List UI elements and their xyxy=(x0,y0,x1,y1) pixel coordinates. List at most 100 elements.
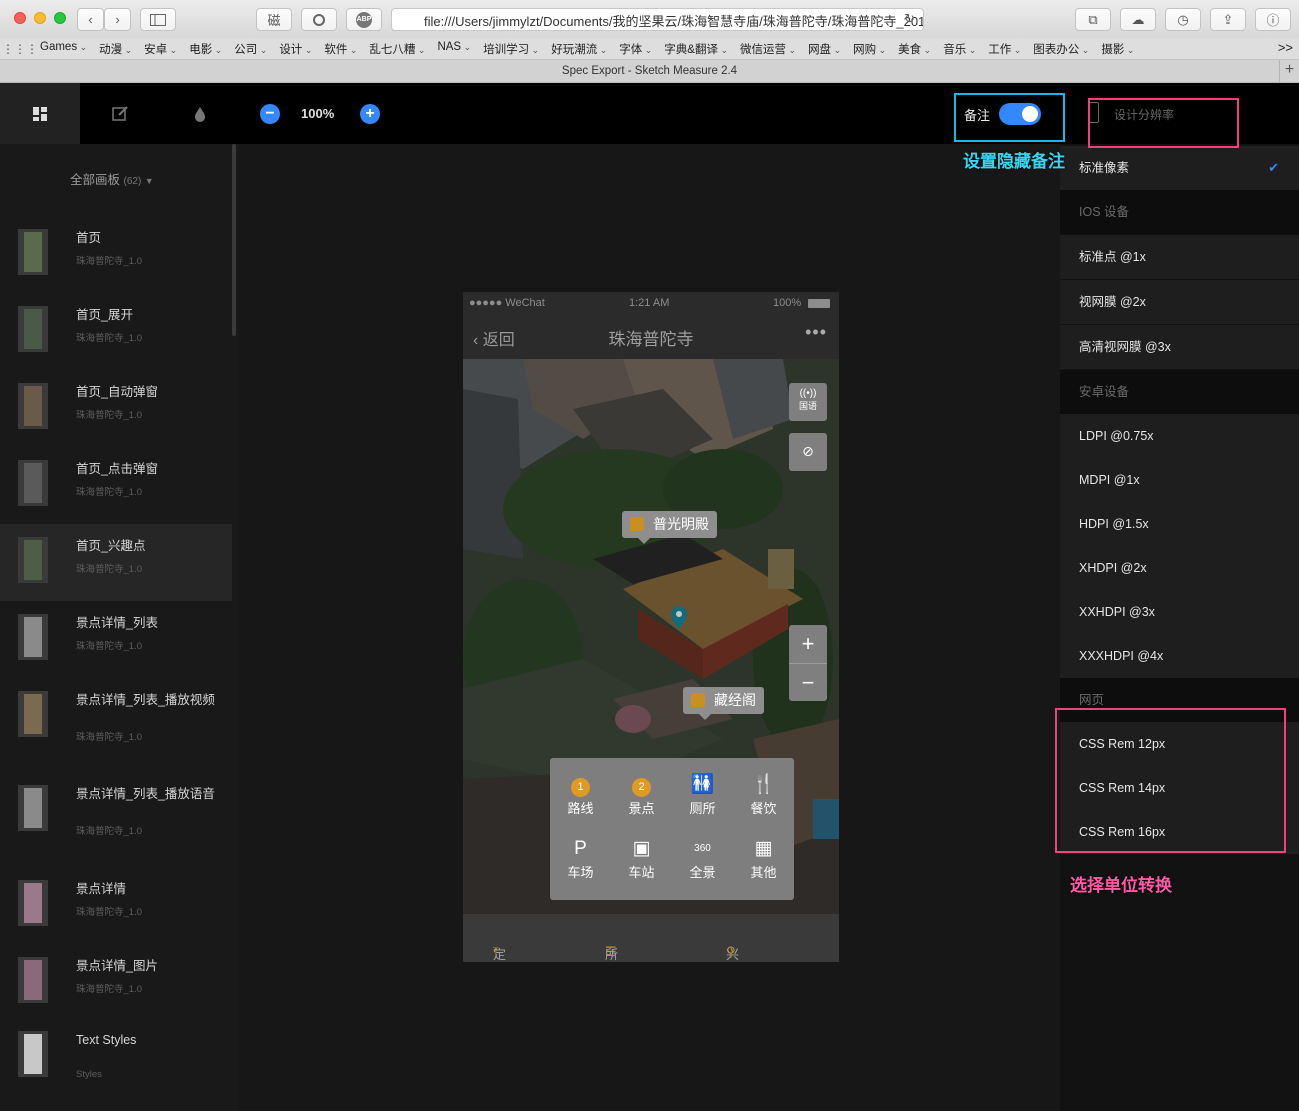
artboard-item[interactable]: 首页 珠海普陀寺_1.0 xyxy=(0,216,232,293)
icloud-button[interactable]: ☁ xyxy=(1120,8,1156,31)
tab-poi-label: 兴趣点 xyxy=(726,947,740,962)
resolution-option[interactable]: LDPI @0.75x xyxy=(1060,414,1299,458)
bookmarks-overflow-button[interactable]: >> xyxy=(1278,40,1293,55)
battery-icon xyxy=(808,299,830,308)
poi-label-2[interactable]: 藏经阁 xyxy=(683,687,764,720)
category-more-grid[interactable]: ▦ 其他 xyxy=(733,836,794,896)
tabs-button[interactable]: ⧉ xyxy=(1075,8,1111,31)
category-panorama[interactable]: 360 全景 xyxy=(672,836,733,896)
artboard-name: 首页_展开 xyxy=(76,308,133,322)
bookmark-folder[interactable]: 好玩潮流 xyxy=(551,41,607,57)
resolution-label: XXXHDPI @4x xyxy=(1079,649,1164,663)
artboard-item[interactable]: 景点详情_列表 珠海普陀寺_1.0 xyxy=(0,601,232,678)
resolution-option[interactable]: 视网膜 @2x xyxy=(1060,280,1299,324)
back-button[interactable]: ‹ xyxy=(77,8,104,31)
bookmark-folder[interactable]: 微信运营 xyxy=(740,41,796,57)
bookmark-folder[interactable]: 工作 xyxy=(988,41,1021,57)
bookmark-folder[interactable]: 公司 xyxy=(234,41,267,57)
category-bus[interactable]: ▣ 车站 xyxy=(611,836,672,896)
zoom-in-button[interactable]: + xyxy=(360,104,380,124)
poi-label-1[interactable]: 普光明殿 xyxy=(622,511,717,544)
artboard-item[interactable]: Text Styles Styles xyxy=(0,1018,232,1095)
category-route[interactable]: 1 路线 xyxy=(550,772,611,832)
zoom-out-button[interactable]: − xyxy=(260,104,280,124)
resolution-option[interactable]: MDPI @1x xyxy=(1060,458,1299,502)
reload-icon[interactable]: ↻ xyxy=(904,11,915,27)
category-restroom[interactable]: 🚻 厕所 xyxy=(672,772,733,832)
resolution-option[interactable]: 标准像素 ✔ xyxy=(1060,146,1299,190)
artboard-item[interactable]: 景点详情_图片 珠海普陀寺_1.0 xyxy=(0,944,232,1021)
artboard-filter[interactable]: 全部画板 (62) ▼ xyxy=(70,169,154,188)
bookmark-folder[interactable]: Games xyxy=(40,41,87,57)
adblock-button[interactable]: ABP xyxy=(346,8,382,31)
minimize-window-button[interactable] xyxy=(34,12,46,24)
sidebar-toggle-button[interactable] xyxy=(140,8,176,31)
bookmark-folder[interactable]: 乱七八糟 xyxy=(369,41,425,57)
artboard-preview[interactable]: ●●●●● WeChat 1:21 AM 100% ‹ 返回 珠海普陀寺 ••• xyxy=(463,292,839,962)
resolution-option[interactable]: 高清视网膜 @3x xyxy=(1060,325,1299,369)
share-button[interactable]: ⇪ xyxy=(1210,8,1246,31)
close-window-button[interactable] xyxy=(14,12,26,24)
category-parking[interactable]: P 车场 xyxy=(550,836,611,896)
history-button[interactable]: ◷ xyxy=(1165,8,1201,31)
tab-colors[interactable] xyxy=(160,83,240,144)
phone-nav-bar: ‹ 返回 珠海普陀寺 ••• xyxy=(463,314,839,359)
more-icon[interactable]: ••• xyxy=(805,322,827,343)
resolution-option[interactable]: 标准点 @1x xyxy=(1060,235,1299,279)
resolution-option[interactable]: XXHDPI @3x xyxy=(1060,590,1299,634)
info-button[interactable]: ⓘ xyxy=(1255,8,1291,31)
artboard-page: 珠海普陀寺_1.0 xyxy=(76,984,142,995)
resolution-option[interactable]: XHDPI @2x xyxy=(1060,546,1299,590)
map-zoom-in-button[interactable]: + xyxy=(789,625,827,663)
bookmark-folder[interactable]: 动漫 xyxy=(99,41,132,57)
artboard-item[interactable]: 首页_展开 珠海普陀寺_1.0 xyxy=(0,293,232,370)
artboard-item[interactable]: 景点详情_列表_播放视频 珠海普陀寺_1.0 xyxy=(0,678,232,755)
artboard-item[interactable]: 首页_点击弹窗 珠海普陀寺_1.0 xyxy=(0,447,232,524)
bookmark-folder[interactable]: 设计 xyxy=(279,41,312,57)
artboard-item[interactable]: 首页_自动弹窗 珠海普陀寺_1.0 xyxy=(0,370,232,447)
artboard-item[interactable]: 景点详情 珠海普陀寺_1.0 xyxy=(0,867,232,944)
bookmark-folder[interactable]: 音乐 xyxy=(943,41,976,57)
tab-title[interactable]: Spec Export - Sketch Measure 2.4 xyxy=(562,65,737,77)
bookmark-folder[interactable]: 网盘 xyxy=(808,41,841,57)
audio-language-button[interactable]: ((•)) 国语 xyxy=(789,383,827,421)
resolution-option[interactable]: XXXHDPI @4x xyxy=(1060,634,1299,678)
mute-map-button[interactable]: ⊘ xyxy=(789,433,827,471)
address-bar[interactable]: file:///Users/jimmylzt/Documents/我的坚果云/珠… xyxy=(391,8,924,31)
extension-button-1[interactable]: 磁 xyxy=(256,8,292,31)
category-spot[interactable]: 2 景点 xyxy=(611,772,672,832)
map-zoom-out-button[interactable]: − xyxy=(789,663,827,701)
extension-button-2[interactable] xyxy=(301,8,337,31)
phone-status-bar: ●●●●● WeChat 1:21 AM 100% xyxy=(463,292,839,314)
resolution-label: 标准像素 xyxy=(1079,161,1130,175)
temple-icon xyxy=(691,693,705,707)
forward-button[interactable]: › xyxy=(104,8,131,31)
bookmark-folder[interactable]: 培训学习 xyxy=(483,41,539,57)
resolution-option[interactable]: HDPI @1.5x xyxy=(1060,502,1299,546)
bookmark-folder[interactable]: NAS xyxy=(437,41,471,57)
bookmark-folder[interactable]: 美食 xyxy=(898,41,931,57)
artboard-page: 珠海普陀寺_1.0 xyxy=(76,564,142,575)
bookmark-folder[interactable]: 安卓 xyxy=(144,41,177,57)
bookmark-folder[interactable]: 电影 xyxy=(189,41,222,57)
category-dining[interactable]: 🍴 餐饮 xyxy=(733,772,794,832)
category-label: 厕所 xyxy=(689,801,716,816)
sidebar-scrollbar[interactable] xyxy=(232,144,236,336)
tab-artboards[interactable] xyxy=(0,83,80,144)
new-tab-button[interactable]: + xyxy=(1279,60,1299,82)
temple-map[interactable]: 普光明殿 藏经阁 ((•)) 国语 ⊘ + − 1 路线 2 景点 🚻 厕所 🍴 餐饮 P 车场 ▣… xyxy=(463,359,839,914)
artboard-item[interactable]: 首页_兴趣点 珠海普陀寺_1.0 xyxy=(0,524,232,601)
artboard-thumbnail-image xyxy=(24,1034,42,1074)
bookmark-folder[interactable]: 字体 xyxy=(619,41,652,57)
spot-icon: 2 xyxy=(632,778,651,797)
bookmark-folder[interactable]: 图表办公 xyxy=(1033,41,1089,57)
artboard-item[interactable]: 景点详情_列表_播放语音 珠海普陀寺_1.0 xyxy=(0,772,232,849)
tab-slices[interactable] xyxy=(80,83,160,144)
bookmark-folder[interactable]: 软件 xyxy=(324,41,357,57)
bookmark-folder[interactable]: 网购 xyxy=(853,41,886,57)
bookmark-folder[interactable]: 字典&翻译 xyxy=(664,41,728,57)
bookmark-folder[interactable]: 摄影 xyxy=(1101,41,1134,57)
grid-icon[interactable]: ⋮⋮⋮ xyxy=(0,42,40,56)
category-label: 车站 xyxy=(628,865,655,880)
zoom-window-button[interactable] xyxy=(54,12,66,24)
